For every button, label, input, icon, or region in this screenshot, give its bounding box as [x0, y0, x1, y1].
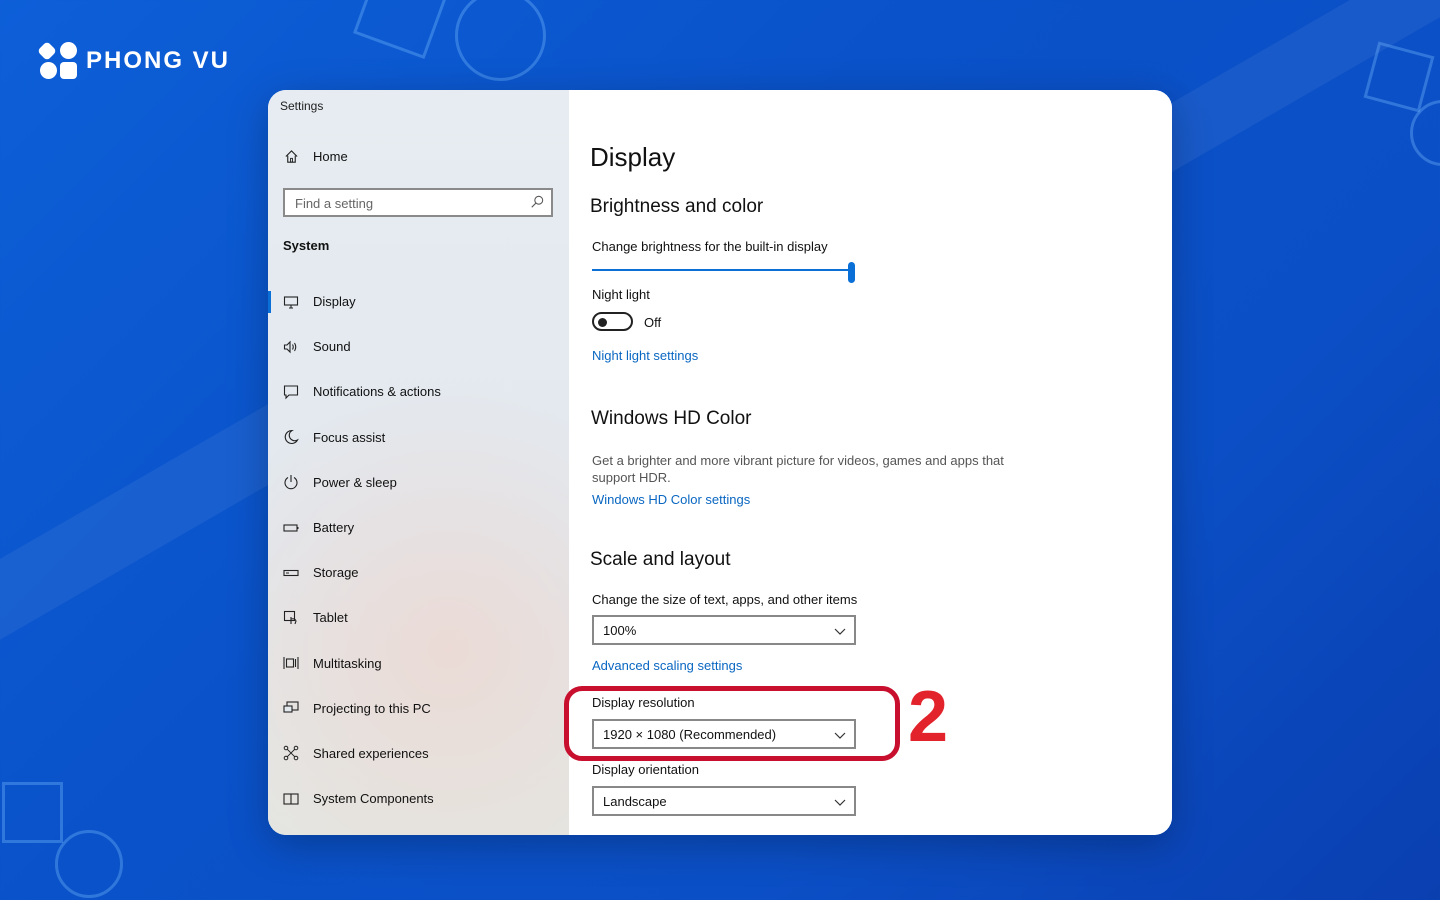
home-label: Home: [313, 148, 348, 164]
search-icon[interactable]: [530, 195, 544, 214]
scale-dropdown-value: 100%: [603, 623, 637, 638]
background-circle-shape: [55, 830, 123, 898]
sidebar-item-sound[interactable]: Sound: [268, 324, 569, 369]
sidebar-item-label: Display: [313, 294, 356, 310]
sidebar-item-label: Focus assist: [313, 429, 386, 445]
night-light-toggle[interactable]: [592, 312, 633, 331]
sidebar-item-label: Multitasking: [313, 655, 382, 671]
section-heading-brightness: Brightness and color: [590, 196, 764, 217]
storage-icon: [283, 565, 299, 581]
orientation-dropdown[interactable]: Landscape: [592, 786, 856, 816]
sidebar-item-shared-experiences[interactable]: Shared experiences: [268, 731, 569, 776]
scale-dropdown[interactable]: 100%: [592, 615, 856, 645]
sidebar-item-battery[interactable]: Battery: [268, 505, 569, 550]
toggle-knob: [598, 317, 607, 327]
moon-icon: [283, 429, 299, 445]
tablet-icon: [283, 610, 299, 626]
slider-track[interactable]: [592, 269, 855, 271]
scale-size-label: Change the size of text, apps, and other…: [592, 592, 858, 607]
brand-logo-mark: [37, 41, 80, 80]
sidebar-item-system-components[interactable]: System Components: [268, 776, 569, 821]
hd-color-description: Get a brighter and more vibrant picture …: [592, 453, 1004, 485]
sidebar-item-power-sleep[interactable]: Power & sleep: [268, 460, 569, 505]
sidebar-item-notifications[interactable]: Notifications & actions: [268, 369, 569, 414]
hd-color-settings-link[interactable]: Windows HD Color settings: [592, 492, 750, 507]
monitor-icon: [283, 294, 299, 310]
advanced-scaling-link[interactable]: Advanced scaling settings: [592, 658, 742, 673]
sidebar-item-projecting[interactable]: Projecting to this PC: [268, 686, 569, 731]
sidebar-item-display[interactable]: Display: [268, 279, 569, 324]
sidebar-item-multitasking[interactable]: Multitasking: [268, 641, 569, 686]
brightness-slider[interactable]: [592, 262, 855, 283]
sidebar-item-storage[interactable]: Storage: [268, 550, 569, 595]
background-square-shape: [2, 782, 63, 843]
search-box[interactable]: [283, 188, 553, 217]
home-icon: [283, 148, 299, 164]
sidebar-item-focus-assist[interactable]: Focus assist: [268, 415, 569, 460]
sidebar-item-label: Storage: [313, 565, 359, 581]
power-icon: [283, 474, 299, 490]
sidebar-item-label: Notifications & actions: [313, 384, 441, 400]
window-title: Settings: [280, 99, 324, 113]
section-title-system: System: [283, 238, 330, 253]
night-light-settings-link[interactable]: Night light settings: [592, 348, 698, 363]
orientation-label: Display orientation: [592, 762, 699, 777]
page-title: Display: [590, 142, 676, 172]
orientation-dropdown-value: Landscape: [603, 794, 667, 809]
battery-icon: [283, 520, 299, 536]
multitasking-icon: [283, 655, 299, 671]
sidebar-item-label: Shared experiences: [313, 745, 429, 761]
projecting-icon: [283, 700, 299, 716]
shared-icon: [283, 745, 299, 761]
sidebar-item-label: System Components: [313, 791, 434, 807]
sidebar-item-tablet[interactable]: Tablet: [268, 595, 569, 640]
sidebar-item-label: Battery: [313, 520, 355, 536]
step-number: 2: [908, 677, 949, 757]
speaker-icon: [283, 339, 299, 355]
background-square-shape: [353, 0, 447, 60]
sidebar-nav: Display Sound Notifications & actions Fo…: [268, 279, 569, 821]
components-icon: [283, 791, 299, 807]
chevron-down-icon: [834, 795, 846, 813]
chevron-down-icon: [834, 624, 846, 642]
sidebar-item-label: Power & sleep: [313, 474, 397, 490]
night-light-state: Off: [644, 315, 662, 330]
section-heading-hd-color: Windows HD Color: [591, 408, 752, 429]
sidebar-item-label: Projecting to this PC: [313, 700, 431, 716]
background-circle-shape: [455, 0, 546, 81]
night-light-label: Night light: [592, 287, 650, 302]
brightness-label: Change brightness for the built-in displ…: [592, 239, 828, 254]
sidebar-item-label: Tablet: [313, 610, 348, 626]
sidebar: Settings Home System Display Sound: [268, 90, 569, 835]
slider-thumb[interactable]: [848, 262, 855, 283]
brand-logo: PHONG VU: [37, 41, 231, 80]
home-link[interactable]: Home: [283, 148, 348, 164]
brand-name: PHONG VU: [86, 47, 231, 74]
sidebar-item-label: Sound: [313, 339, 351, 355]
section-heading-scale-layout: Scale and layout: [590, 549, 731, 570]
highlight-box: [564, 686, 900, 761]
notification-icon: [283, 384, 299, 400]
search-input[interactable]: [293, 195, 527, 212]
